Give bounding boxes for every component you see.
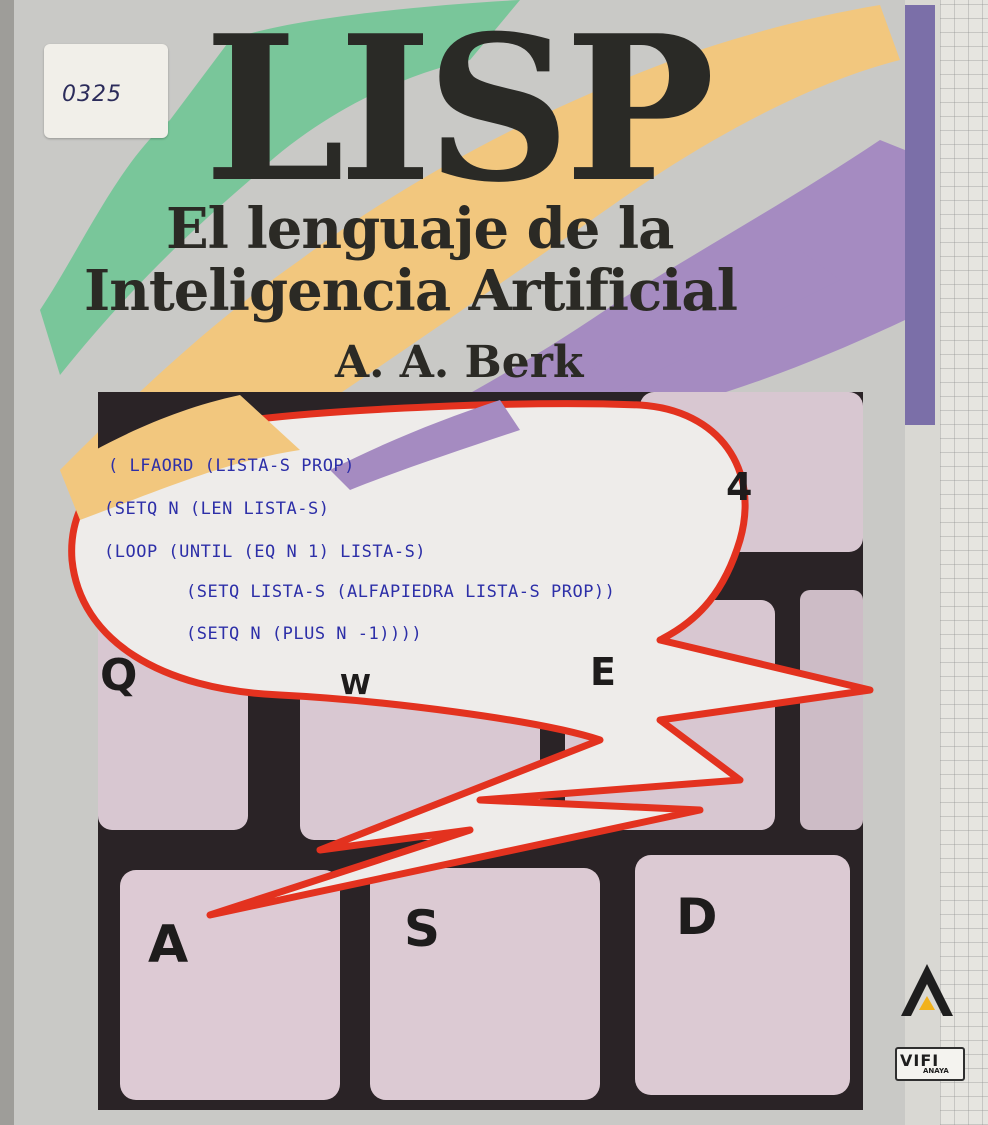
sticker-number: 0325 [62,82,122,107]
key-d [635,855,850,1095]
book-title: LISP [204,0,715,227]
code-line: (LOOP (UNTIL (EQ N 1) LISTA-S) [104,542,427,562]
key-top-right [800,590,863,830]
library-sticker: 0325 [44,44,168,138]
key-label-w: W [340,668,371,701]
key-label-d: D [676,888,718,946]
subtitle-line-1: El lenguaje de la [166,196,674,262]
key-label-a: A [148,915,189,975]
book-photo: 0325 LISP El lenguaje de la Inteligencia… [0,0,988,1125]
key-label-s: S [404,900,441,958]
key-label-4: 4 [726,465,753,509]
author-name: A. A. Berk [335,337,584,388]
anaya-logo-icon [901,964,953,1016]
publisher-label: ANAYA [923,1067,949,1075]
code-line: ( LFAORD (LISTA-S PROP) [108,456,355,476]
code-line: (SETQ LISTA-S (ALFAPIEDRA LISTA-S PROP)) [186,582,616,602]
key-a [120,870,340,1100]
key-label-e: E [590,650,616,694]
subtitle-line-2: Inteligencia Artificial [84,258,738,324]
key-label-q: Q [100,650,138,701]
code-line: (SETQ N (PLUS N -1)))) [186,624,423,644]
vifi-anaya-badge: VIFI ANAYA [895,1047,965,1081]
code-line: (SETQ N (LEN LISTA-S) [104,499,330,519]
